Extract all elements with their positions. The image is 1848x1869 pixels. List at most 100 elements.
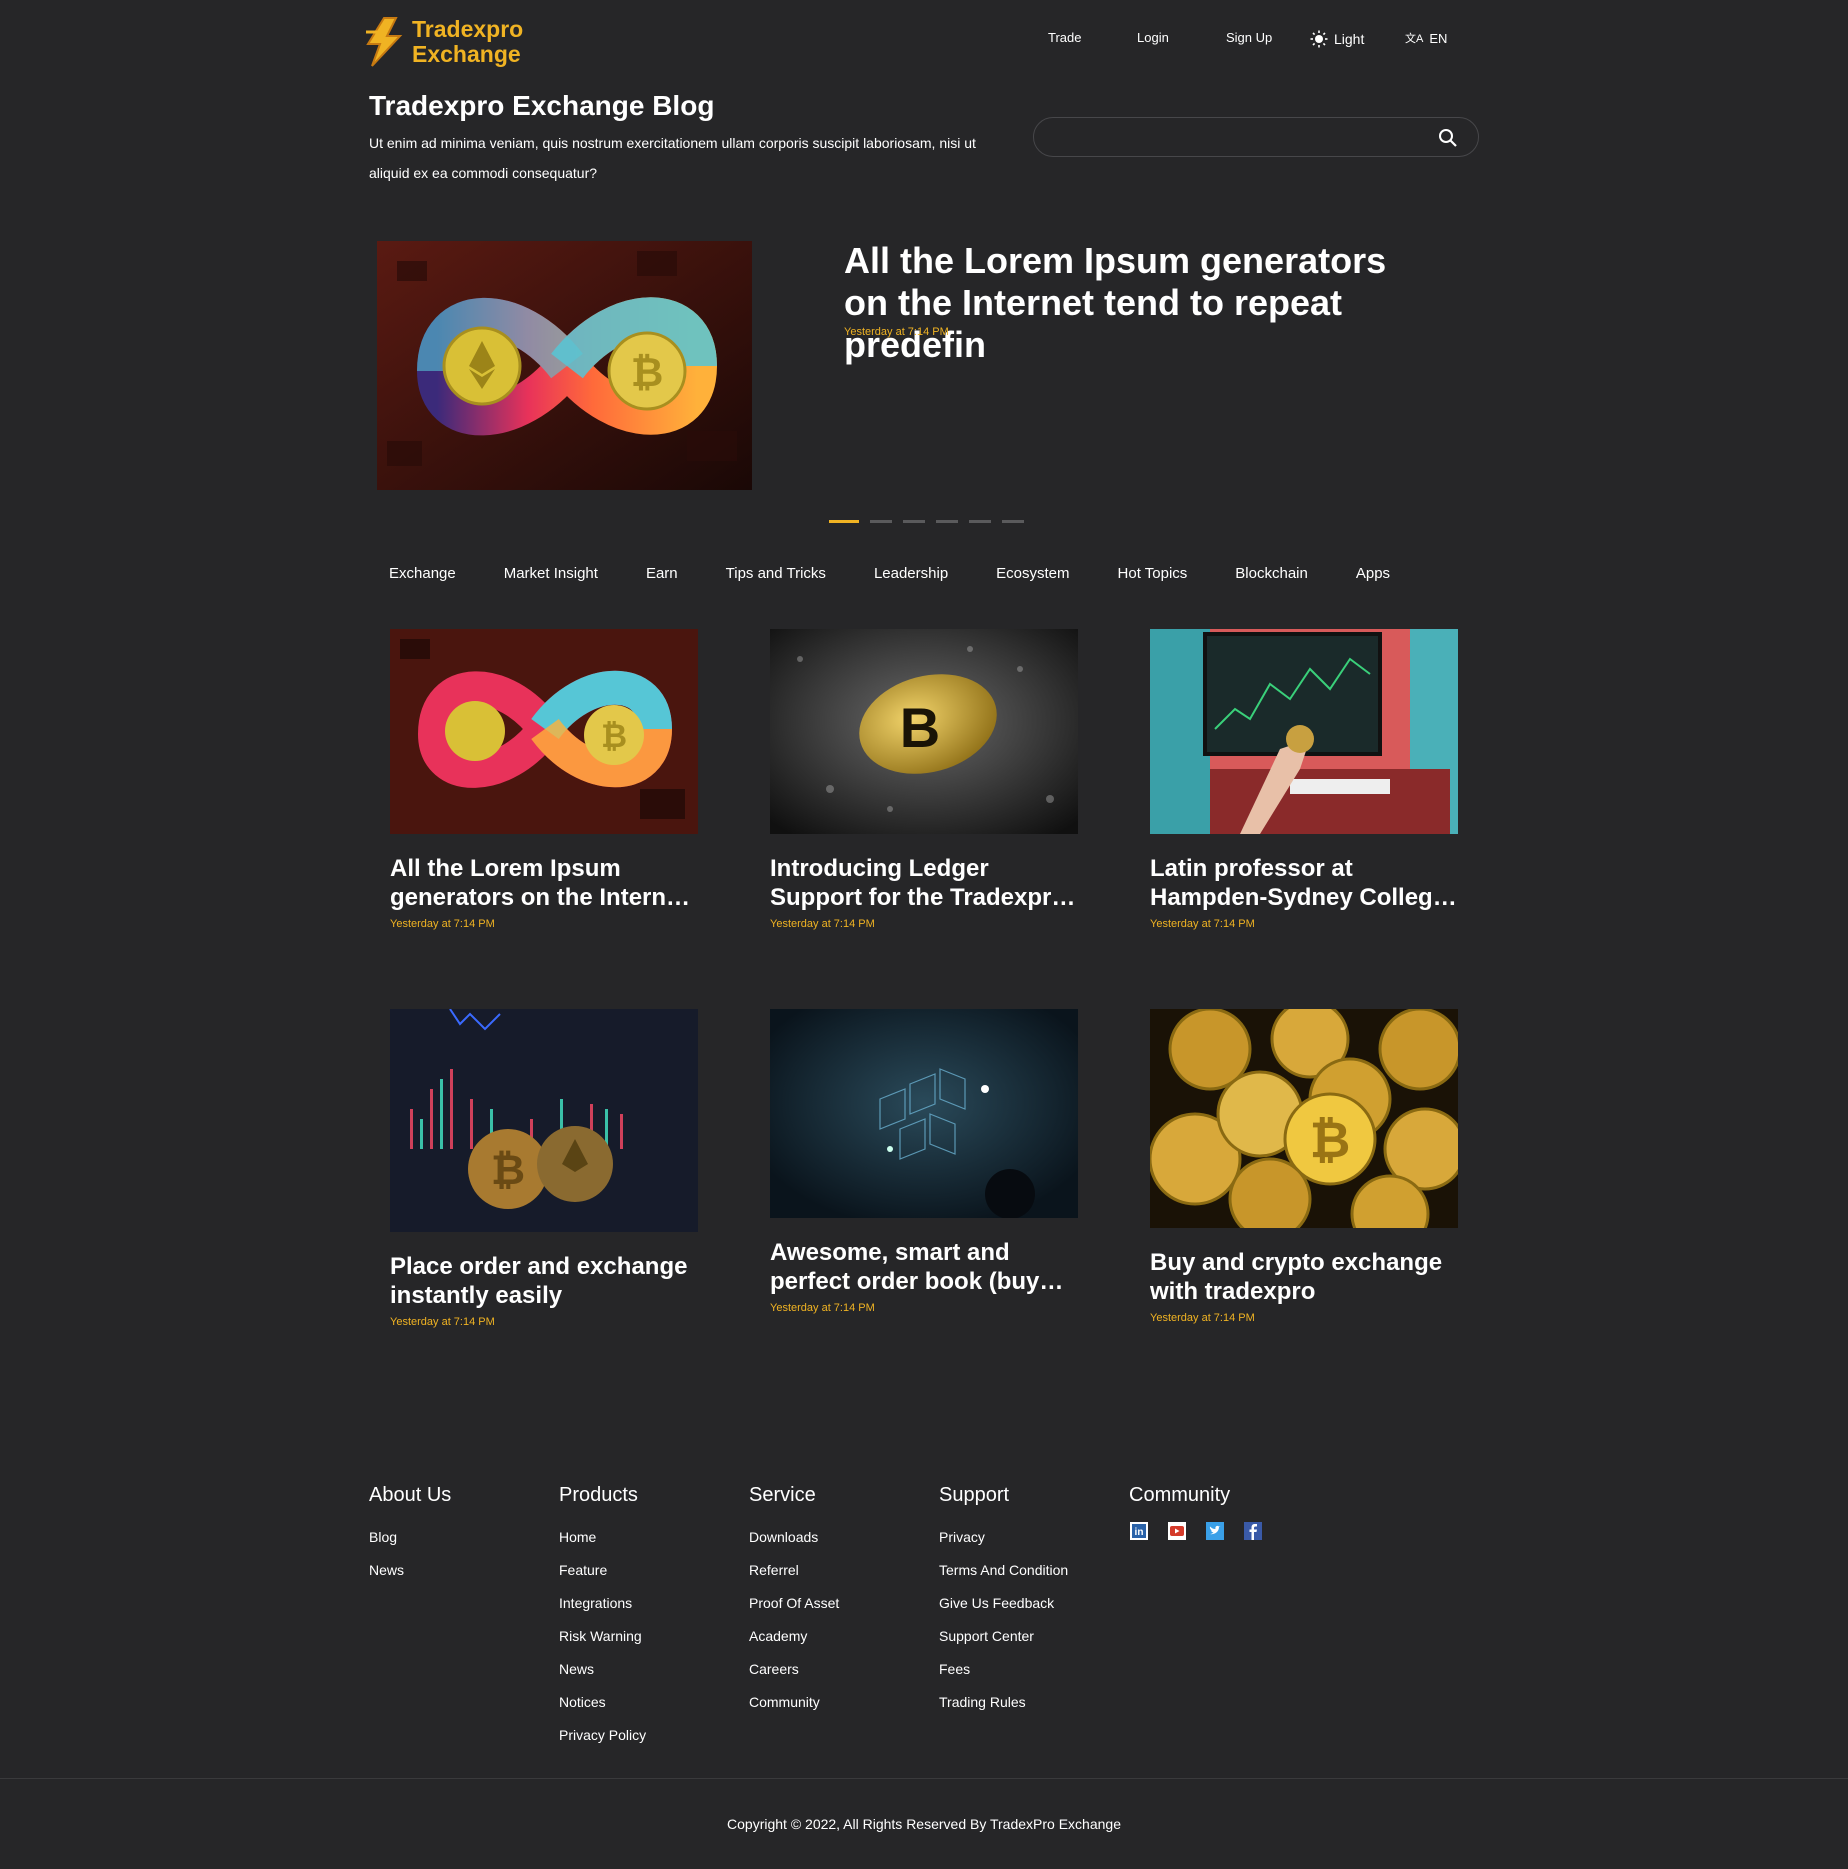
category-market-insight[interactable]: Market Insight: [504, 565, 598, 582]
footer-about: About Us Blog News: [369, 1484, 451, 1587]
carousel-dot[interactable]: [969, 520, 991, 523]
footer-link-terms[interactable]: Terms And Condition: [939, 1554, 1068, 1587]
footer-link-risk-warning[interactable]: Risk Warning: [559, 1620, 646, 1653]
translate-icon: 文A: [1405, 33, 1424, 45]
theme-toggle[interactable]: Light: [1310, 30, 1364, 48]
svg-text:B: B: [900, 696, 940, 759]
carousel-dot[interactable]: [1002, 520, 1024, 523]
hero-image[interactable]: ₿: [377, 241, 752, 490]
search-icon[interactable]: [1438, 128, 1458, 148]
post-time: Yesterday at 7:14 PM: [390, 918, 495, 930]
sun-icon: [1310, 30, 1328, 48]
post-title[interactable]: Awesome, smart and perfect order book (b…: [770, 1238, 1078, 1296]
footer-link-careers[interactable]: Careers: [749, 1653, 839, 1686]
footer-support: Support Privacy Terms And Condition Give…: [939, 1484, 1068, 1719]
category-ecosystem[interactable]: Ecosystem: [996, 565, 1069, 582]
footer-link-privacy[interactable]: Privacy: [939, 1521, 1068, 1554]
post-card[interactable]: ₿ All the Lorem Ipsum generators on the …: [390, 629, 698, 930]
post-time: Yesterday at 7:14 PM: [390, 1316, 495, 1328]
hero-time: Yesterday at 7:14 PM: [844, 326, 949, 338]
footer-link-community[interactable]: Community: [749, 1686, 839, 1719]
footer-link-privacy-policy[interactable]: Privacy Policy: [559, 1719, 646, 1752]
logo-text: Tradexpro Exchange: [412, 17, 523, 67]
blockchain-network-image: [770, 1009, 1078, 1218]
logo-line2: Exchange: [412, 41, 521, 67]
category-tips-and-tricks[interactable]: Tips and Tricks: [726, 565, 826, 582]
category-earn[interactable]: Earn: [646, 565, 678, 582]
footer-heading: Support: [939, 1484, 1010, 1506]
carousel-dot[interactable]: [829, 520, 859, 523]
search-input[interactable]: [1034, 118, 1414, 156]
post-card[interactable]: Awesome, smart and perfect order book (b…: [770, 1009, 1078, 1314]
footer-heading: Community: [1129, 1484, 1231, 1506]
category-leadership[interactable]: Leadership: [874, 565, 948, 582]
bitcoin-gravel-image: B: [770, 629, 1078, 834]
category-exchange[interactable]: Exchange: [389, 565, 456, 582]
footer-link-referrel[interactable]: Referrel: [749, 1554, 839, 1587]
post-title[interactable]: Introducing Ledger Support for the Trade…: [770, 854, 1078, 912]
language-selector[interactable]: 文A EN: [1405, 30, 1447, 46]
footer-heading: Products: [559, 1484, 638, 1506]
twitter-icon[interactable]: [1205, 1521, 1225, 1541]
footer-link-fees[interactable]: Fees: [939, 1653, 1068, 1686]
footer-link-integrations[interactable]: Integrations: [559, 1587, 646, 1620]
search-box[interactable]: [1033, 117, 1479, 157]
svg-text:₿: ₿: [631, 351, 664, 395]
post-title[interactable]: Place order and exchange instantly easil…: [390, 1252, 698, 1310]
category-tabs: Exchange Market Insight Earn Tips and Tr…: [389, 565, 1438, 582]
post-time: Yesterday at 7:14 PM: [770, 1302, 875, 1314]
category-blockchain[interactable]: Blockchain: [1235, 565, 1308, 582]
nav-trade[interactable]: Trade: [1048, 30, 1081, 45]
nav-login[interactable]: Login: [1137, 30, 1169, 45]
infinity-crypto-image: ₿: [377, 241, 752, 490]
post-image[interactable]: B: [770, 629, 1078, 834]
footer-link-notices[interactable]: Notices: [559, 1686, 646, 1719]
footer-link-blog[interactable]: Blog: [369, 1521, 451, 1554]
footer-link-academy[interactable]: Academy: [749, 1620, 839, 1653]
footer-link-home[interactable]: Home: [559, 1521, 646, 1554]
logo[interactable]: Tradexpro Exchange: [362, 12, 532, 72]
footer-link-proof-of-asset[interactable]: Proof Of Asset: [749, 1587, 839, 1620]
footer-link-feature[interactable]: Feature: [559, 1554, 646, 1587]
nav-signup[interactable]: Sign Up: [1226, 30, 1272, 45]
post-image[interactable]: [1150, 629, 1458, 834]
footer-link-feedback[interactable]: Give Us Feedback: [939, 1587, 1068, 1620]
carousel-indicators: [829, 520, 1024, 523]
category-hot-topics[interactable]: Hot Topics: [1118, 565, 1188, 582]
bitcoin-hand-monitor-image: [1150, 629, 1458, 834]
youtube-icon[interactable]: [1167, 1521, 1187, 1541]
footer-heading: About Us: [369, 1484, 452, 1506]
post-title[interactable]: Latin professor at Hampden-Sydney Colleg…: [1150, 854, 1458, 912]
page-subtitle: Ut enim ad minima veniam, quis nostrum e…: [369, 135, 976, 181]
post-image[interactable]: ₿: [1150, 1009, 1458, 1228]
post-image[interactable]: [770, 1009, 1078, 1218]
carousel-dot[interactable]: [936, 520, 958, 523]
carousel-dot[interactable]: [870, 520, 892, 523]
svg-text:₿: ₿: [491, 1146, 525, 1193]
post-title[interactable]: All the Lorem Ipsum generators on the In…: [390, 854, 698, 912]
post-time: Yesterday at 7:14 PM: [1150, 1312, 1255, 1324]
linkedin-icon[interactable]: in: [1129, 1521, 1149, 1541]
footer-link-support-center[interactable]: Support Center: [939, 1620, 1068, 1653]
post-title[interactable]: Buy and crypto exchange with tradexpro: [1150, 1248, 1458, 1306]
infinity-crypto-image: ₿: [390, 629, 698, 834]
post-image[interactable]: ₿: [390, 1009, 698, 1232]
post-card[interactable]: B Introducing Ledger Support for the Tra…: [770, 629, 1078, 930]
svg-text:in: in: [1135, 1527, 1144, 1538]
footer-link-trading-rules[interactable]: Trading Rules: [939, 1686, 1068, 1719]
post-card[interactable]: Latin professor at Hampden-Sydney Colleg…: [1150, 629, 1458, 930]
category-apps[interactable]: Apps: [1356, 565, 1390, 582]
logo-line1: Tradexpro: [412, 16, 524, 42]
hero-title[interactable]: All the Lorem Ipsum generators on the In…: [844, 240, 1434, 366]
post-card[interactable]: ₿ Buy and crypto exchange with tradexpro…: [1150, 1009, 1458, 1324]
facebook-icon[interactable]: [1243, 1521, 1263, 1541]
theme-label: Light: [1334, 31, 1365, 47]
footer-heading: Service: [749, 1484, 816, 1506]
post-card[interactable]: ₿ Place order and exchange instantly eas…: [390, 1009, 698, 1328]
carousel-dot[interactable]: [903, 520, 925, 523]
footer-link-news[interactable]: News: [369, 1554, 451, 1587]
post-image[interactable]: ₿: [390, 629, 698, 834]
footer-link-downloads[interactable]: Downloads: [749, 1521, 839, 1554]
copyright: Copyright © 2022, All Rights Reserved By…: [727, 1816, 1121, 1832]
footer-link-news[interactable]: News: [559, 1653, 646, 1686]
